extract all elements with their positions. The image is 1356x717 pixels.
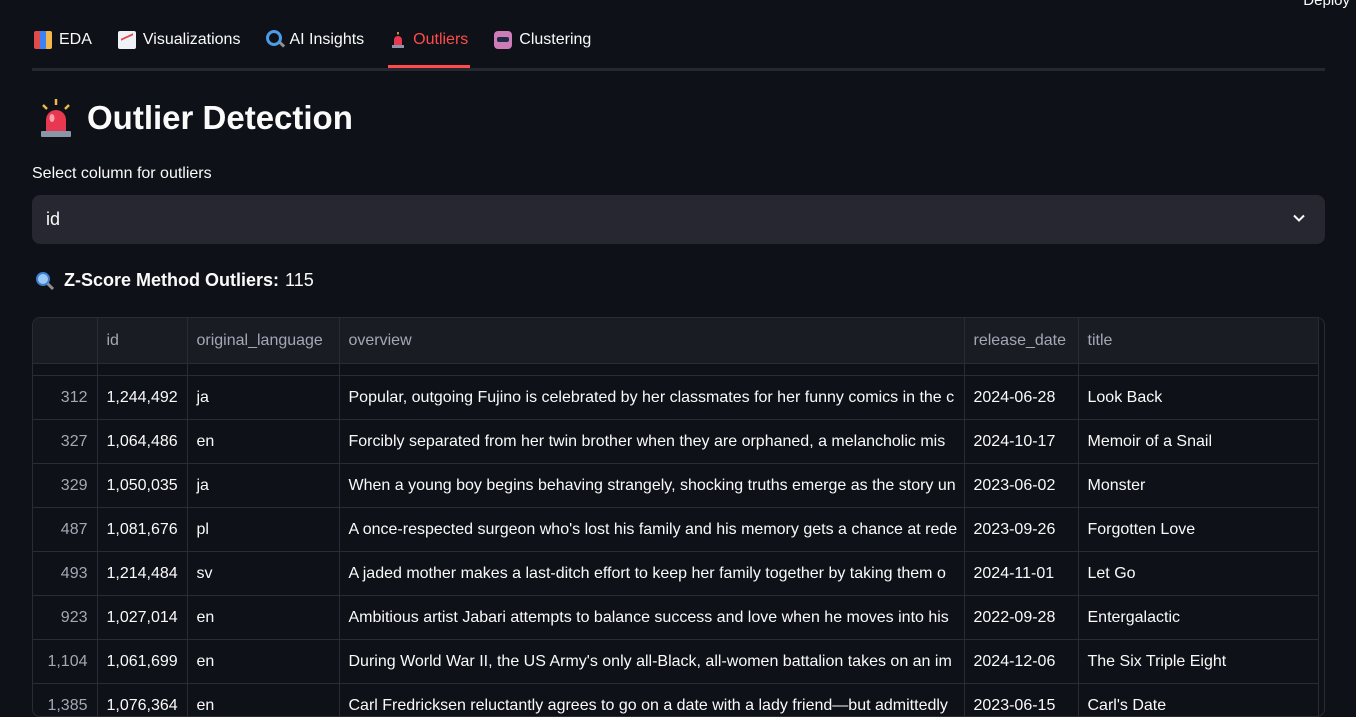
bar-chart-icon bbox=[34, 31, 52, 49]
column-select-value: id bbox=[46, 209, 60, 230]
page-title: Outlier Detection bbox=[38, 98, 353, 138]
table-row[interactable]: 1,1041,061,699enDuring World War II, the… bbox=[33, 640, 1318, 684]
zscore-count: 115 bbox=[285, 270, 314, 291]
table-row[interactable]: 4931,214,484svA jaded mother makes a las… bbox=[33, 552, 1318, 596]
zscore-label: Z-Score Method Outliers: bbox=[64, 270, 279, 291]
cell-release-date[interactable]: 2022-09-28 bbox=[964, 596, 1078, 640]
cell-title[interactable]: Monster bbox=[1078, 464, 1318, 508]
tab-visualizations[interactable]: Visualizations bbox=[116, 24, 243, 56]
column-select[interactable]: id bbox=[32, 195, 1325, 244]
cell-title[interactable]: The Six Triple Eight bbox=[1078, 640, 1318, 684]
tab-label: AI Insights bbox=[289, 31, 364, 49]
cell-index[interactable]: 923 bbox=[33, 596, 97, 640]
cell-title[interactable]: Let Go bbox=[1078, 552, 1318, 596]
cell-index[interactable]: 493 bbox=[33, 552, 97, 596]
cell-index[interactable]: 329 bbox=[33, 464, 97, 508]
cell-id[interactable]: 1,061,699 bbox=[97, 640, 187, 684]
table-header-row: id original_language overview release_da… bbox=[33, 318, 1318, 364]
column-header-release-date[interactable]: release_date bbox=[964, 318, 1078, 364]
tab-eda[interactable]: EDA bbox=[32, 24, 94, 56]
line-chart-icon bbox=[118, 31, 136, 49]
cell-release-date[interactable]: 2024-06-28 bbox=[964, 376, 1078, 420]
cell-overview[interactable]: A once-respected surgeon who's lost his … bbox=[339, 508, 964, 552]
cell-id[interactable]: 1,050,035 bbox=[97, 464, 187, 508]
column-header-overview[interactable]: overview bbox=[339, 318, 964, 364]
cell-original-language[interactable]: ja bbox=[187, 376, 339, 420]
cell-id[interactable]: 1,076,364 bbox=[97, 684, 187, 717]
tab-ai-insights[interactable]: AI Insights bbox=[264, 24, 366, 56]
cell-release-date[interactable]: 2024-10-17 bbox=[964, 420, 1078, 464]
table-spacer-row bbox=[33, 364, 1318, 376]
tab-label: Visualizations bbox=[143, 31, 241, 49]
chevron-down-icon bbox=[1291, 210, 1307, 226]
deploy-button[interactable]: Deploy bbox=[1303, 0, 1350, 9]
cell-id[interactable]: 1,027,014 bbox=[97, 596, 187, 640]
cell-overview[interactable]: Forcibly separated from her twin brother… bbox=[339, 420, 964, 464]
zscore-summary: Z-Score Method Outliers: 115 bbox=[35, 270, 314, 291]
cell-original-language[interactable]: en bbox=[187, 640, 339, 684]
tab-label: Outliers bbox=[413, 31, 468, 49]
table-row[interactable]: 3271,064,486enForcibly separated from he… bbox=[33, 420, 1318, 464]
table-row[interactable]: 3291,050,035jaWhen a young boy begins be… bbox=[33, 464, 1318, 508]
cell-original-language[interactable]: en bbox=[187, 420, 339, 464]
magnifier-icon bbox=[266, 30, 282, 46]
cell-original-language[interactable]: sv bbox=[187, 552, 339, 596]
cell-id[interactable]: 1,214,484 bbox=[97, 552, 187, 596]
cell-index[interactable]: 312 bbox=[33, 376, 97, 420]
cell-title[interactable]: Forgotten Love bbox=[1078, 508, 1318, 552]
cell-title[interactable]: Entergalactic bbox=[1078, 596, 1318, 640]
cell-id[interactable]: 1,244,492 bbox=[97, 376, 187, 420]
cell-original-language[interactable]: pl bbox=[187, 508, 339, 552]
cell-title[interactable]: Memoir of a Snail bbox=[1078, 420, 1318, 464]
cell-original-language[interactable]: ja bbox=[187, 464, 339, 508]
cell-original-language[interactable]: en bbox=[187, 596, 339, 640]
cell-release-date[interactable]: 2024-11-01 bbox=[964, 552, 1078, 596]
cell-overview[interactable]: A jaded mother makes a last-ditch effort… bbox=[339, 552, 964, 596]
cell-overview[interactable]: Popular, outgoing Fujino is celebrated b… bbox=[339, 376, 964, 420]
cell-index[interactable]: 327 bbox=[33, 420, 97, 464]
outliers-table[interactable]: id original_language overview release_da… bbox=[32, 317, 1325, 717]
tab-bar: EDA Visualizations AI Insights Outliers … bbox=[32, 24, 1325, 71]
cell-overview[interactable]: Ambitious artist Jabari attempts to bala… bbox=[339, 596, 964, 640]
column-header-original-language[interactable]: original_language bbox=[187, 318, 339, 364]
siren-icon bbox=[390, 32, 406, 48]
cell-release-date[interactable]: 2023-09-26 bbox=[964, 508, 1078, 552]
cell-id[interactable]: 1,081,676 bbox=[97, 508, 187, 552]
column-header-index[interactable] bbox=[33, 318, 97, 364]
column-header-id[interactable]: id bbox=[97, 318, 187, 364]
cell-release-date[interactable]: 2023-06-02 bbox=[964, 464, 1078, 508]
cell-title[interactable]: Look Back bbox=[1078, 376, 1318, 420]
select-column-label: Select column for outliers bbox=[32, 165, 212, 183]
table-row[interactable]: 3121,244,492jaPopular, outgoing Fujino i… bbox=[33, 376, 1318, 420]
cell-original-language[interactable]: en bbox=[187, 684, 339, 717]
magnifier-icon bbox=[35, 271, 55, 291]
cell-index[interactable]: 487 bbox=[33, 508, 97, 552]
cell-index[interactable]: 1,385 bbox=[33, 684, 97, 717]
siren-icon bbox=[38, 98, 74, 138]
table-row[interactable]: 4871,081,676plA once-respected surgeon w… bbox=[33, 508, 1318, 552]
page-title-text: Outlier Detection bbox=[87, 99, 353, 137]
cell-title[interactable]: Carl's Date bbox=[1078, 684, 1318, 717]
cell-release-date[interactable]: 2024-12-06 bbox=[964, 640, 1078, 684]
column-header-title[interactable]: title bbox=[1078, 318, 1318, 364]
cell-index[interactable]: 1,104 bbox=[33, 640, 97, 684]
cell-release-date[interactable]: 2023-06-15 bbox=[964, 684, 1078, 717]
cell-overview[interactable]: Carl Fredricksen reluctantly agrees to g… bbox=[339, 684, 964, 717]
tab-label: Clustering bbox=[519, 31, 591, 49]
cell-overview[interactable]: During World War II, the US Army's only … bbox=[339, 640, 964, 684]
tab-label: EDA bbox=[59, 31, 92, 49]
cell-id[interactable]: 1,064,486 bbox=[97, 420, 187, 464]
robot-icon bbox=[494, 31, 512, 49]
cell-overview[interactable]: When a young boy begins behaving strange… bbox=[339, 464, 964, 508]
tab-clustering[interactable]: Clustering bbox=[492, 24, 593, 56]
tab-outliers[interactable]: Outliers bbox=[388, 24, 470, 56]
table-row[interactable]: 1,3851,076,364enCarl Fredricksen relucta… bbox=[33, 684, 1318, 717]
table-row[interactable]: 9231,027,014enAmbitious artist Jabari at… bbox=[33, 596, 1318, 640]
